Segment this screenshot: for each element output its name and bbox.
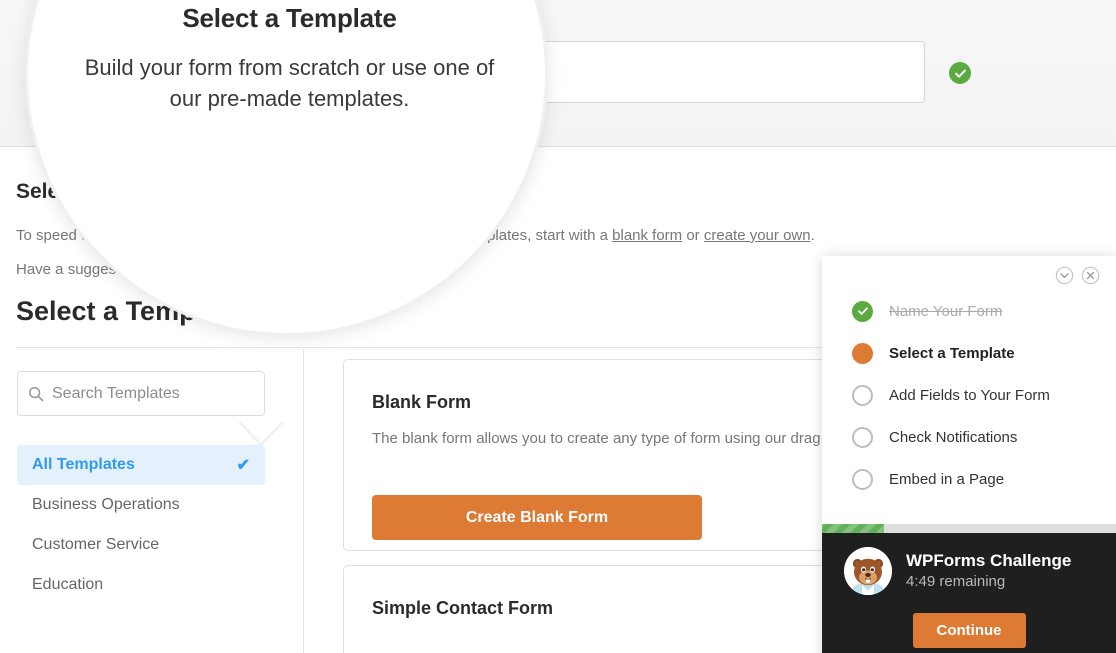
search-templates-field[interactable] — [17, 371, 265, 416]
challenge-footer: WPForms Challenge 4:49 remaining Continu… — [822, 533, 1116, 653]
desc-text-post: . — [811, 227, 815, 244]
challenge-step-label: Name Your Form — [889, 303, 1002, 320]
spotlight-body: Build your form from scratch or use one … — [68, 52, 511, 114]
templates-sidebar: All Templates ✔ Business Operations Cust… — [0, 349, 304, 653]
app-root: Select a Template To speed up the proces… — [0, 0, 1116, 653]
sidebar-item-business-operations[interactable]: Business Operations — [17, 485, 265, 525]
sidebar-item-education[interactable]: Education — [17, 565, 265, 605]
step-pending-icon — [852, 385, 873, 406]
template-card-title: Simple Contact Form — [372, 598, 553, 619]
challenge-step-name-your-form[interactable]: Name Your Form — [822, 290, 1116, 332]
search-icon — [28, 386, 44, 402]
challenge-step-select-a-template[interactable]: Select a Template — [822, 332, 1116, 374]
step-pending-icon — [852, 427, 873, 448]
challenge-step-label: Check Notifications — [889, 429, 1017, 446]
close-circle-icon[interactable] — [1081, 266, 1100, 285]
spotlight-pointer-icon — [238, 422, 284, 448]
challenge-footer-top: WPForms Challenge 4:49 remaining — [822, 533, 1116, 607]
step-pending-icon — [852, 469, 873, 490]
challenge-step-add-fields[interactable]: Add Fields to Your Form — [822, 374, 1116, 416]
spotlight-title: Select a Template — [68, 3, 511, 34]
sidebar-item-all-templates[interactable]: All Templates ✔ — [17, 445, 265, 485]
create-your-own-link[interactable]: create your own — [704, 227, 811, 244]
challenge-progress-fill — [822, 524, 884, 533]
create-blank-form-button[interactable]: Create Blank Form — [372, 495, 702, 540]
challenge-time-remaining: 4:49 remaining — [906, 572, 1071, 592]
challenge-step-check-notifications[interactable]: Check Notifications — [822, 416, 1116, 458]
template-card-title: Blank Form — [372, 392, 471, 413]
challenge-step-list: Name Your Form Select a Template Add Fie… — [822, 256, 1116, 524]
challenge-action-row: Continue — [822, 607, 1116, 653]
challenge-step-label: Select a Template — [889, 345, 1015, 362]
sidebar-item-customer-service[interactable]: Customer Service — [17, 525, 265, 565]
search-templates-input[interactable] — [52, 385, 252, 403]
wpforms-challenge-panel: Name Your Form Select a Template Add Fie… — [822, 256, 1116, 653]
challenge-step-label: Add Fields to Your Form — [889, 387, 1050, 404]
desc-text-mid: or — [682, 227, 704, 244]
challenge-footer-text: WPForms Challenge 4:49 remaining — [906, 550, 1071, 592]
blank-form-link[interactable]: blank form — [612, 227, 682, 244]
step-current-icon — [852, 343, 873, 364]
beaver-mascot-icon — [844, 547, 892, 595]
category-label: Education — [32, 576, 103, 594]
category-label: Business Operations — [32, 496, 180, 514]
challenge-progress-bar — [822, 524, 1116, 533]
challenge-title: WPForms Challenge — [906, 550, 1071, 571]
challenge-step-label: Embed in a Page — [889, 471, 1004, 488]
category-label: Customer Service — [32, 536, 159, 554]
check-icon: ✔ — [237, 455, 250, 475]
continue-button[interactable]: Continue — [913, 613, 1026, 648]
chevron-down-circle-icon[interactable] — [1055, 266, 1074, 285]
spotlight-content: Select a Template Build your form from s… — [28, 3, 551, 114]
category-label: All Templates — [32, 456, 135, 474]
challenge-panel-controls — [1055, 266, 1100, 285]
category-list: All Templates ✔ Business Operations Cust… — [17, 445, 265, 605]
form-name-valid-icon — [949, 62, 971, 84]
step-complete-icon — [852, 301, 873, 322]
challenge-step-embed-in-page[interactable]: Embed in a Page — [822, 458, 1116, 500]
